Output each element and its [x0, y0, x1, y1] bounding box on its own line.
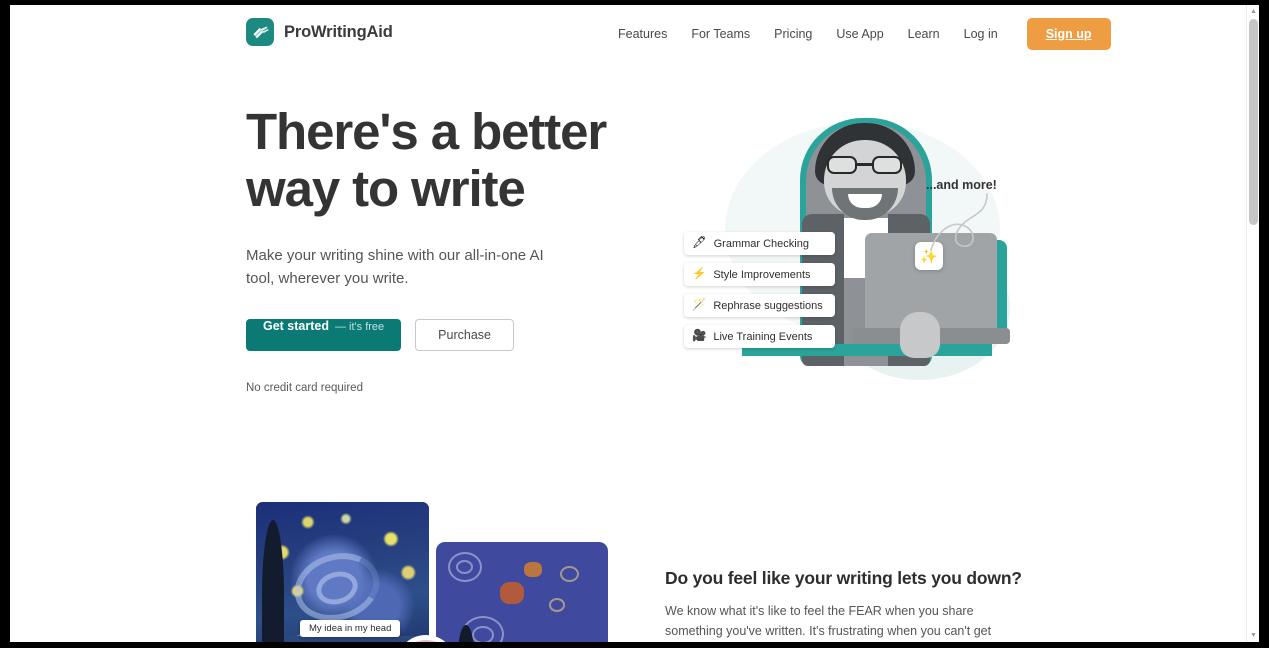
brand-name: ProWritingAid: [284, 22, 393, 41]
quill-pen-icon: 🖋: [692, 236, 707, 249]
movie-camera-icon: 🎥: [692, 329, 707, 342]
nav-item-log-in[interactable]: Log in: [952, 27, 1010, 41]
lightning-bolt-icon: ⚡: [692, 267, 707, 280]
section-body-text: We know what it's like to feel the FEAR …: [665, 604, 992, 638]
hero-illustration: 🖋 Grammar Checking ⚡ Style Improvements …: [670, 100, 1070, 400]
sign-up-button[interactable]: Sign up: [1026, 17, 1111, 50]
feature-chip-live-training-events[interactable]: 🎥 Live Training Events: [684, 325, 835, 348]
writing-comparison-illustration: My idea in my head: [256, 502, 608, 642]
site-header: ProWritingAid Features For Teams Pricing…: [10, 5, 1246, 62]
feature-chip-label: Grammar Checking: [713, 237, 809, 250]
get-started-suffix: — it's free: [335, 321, 385, 333]
nav-item-use-app[interactable]: Use App: [824, 27, 895, 41]
curly-arrow-icon: [930, 193, 988, 251]
scroll-down-arrow-icon[interactable]: ▼: [1247, 629, 1259, 642]
section-heading: Do you feel like your writing lets you d…: [665, 568, 1022, 588]
feature-chip-grammar-checking[interactable]: 🖋 Grammar Checking: [684, 232, 835, 255]
scroll-up-arrow-icon[interactable]: ▲: [1247, 5, 1259, 18]
get-started-button[interactable]: Get started — it's free: [246, 319, 402, 351]
brand-logo-link[interactable]: ProWritingAid: [246, 18, 393, 46]
idea-caption-label: My idea in my head: [300, 620, 401, 637]
feature-chip-rephrase-suggestions[interactable]: 🪄 Rephrase suggestions: [684, 294, 835, 317]
hero-cta-row: Get started — it's free Purchase: [246, 319, 666, 351]
feature-chip-list: 🖋 Grammar Checking ⚡ Style Improvements …: [684, 232, 835, 348]
feature-chip-style-improvements[interactable]: ⚡ Style Improvements: [684, 263, 835, 286]
nav-item-learn[interactable]: Learn: [896, 27, 952, 41]
magic-wand-icon: 🪄: [692, 298, 707, 311]
person-glasses-icon: [824, 156, 906, 174]
person-hand: [900, 312, 940, 358]
no-credit-card-note: No credit card required: [246, 382, 363, 394]
feature-chip-label: Live Training Events: [713, 330, 813, 343]
main-navigation: Features For Teams Pricing Use App Learn…: [606, 5, 1111, 62]
get-started-label: Get started: [263, 319, 329, 333]
nav-item-features[interactable]: Features: [606, 27, 679, 41]
flat-blue-panel-image: [436, 542, 608, 642]
and-more-annotation: ...and more!: [926, 178, 997, 192]
page-content: ProWritingAid Features For Teams Pricing…: [10, 5, 1259, 642]
scrollbar-thumb[interactable]: [1249, 19, 1258, 225]
browser-viewport: ProWritingAid Features For Teams Pricing…: [10, 5, 1259, 642]
hero-copy-block: There's a better way to write Make your …: [246, 103, 666, 394]
prowritingaid-logo-icon: [246, 18, 274, 46]
purchase-button[interactable]: Purchase: [415, 319, 514, 351]
lower-copy-block: Do you feel like your writing lets you d…: [665, 568, 1022, 642]
nav-item-for-teams[interactable]: For Teams: [679, 27, 762, 41]
feature-chip-label: Style Improvements: [713, 268, 811, 281]
nav-item-pricing[interactable]: Pricing: [762, 27, 824, 41]
vertical-scrollbar[interactable]: ▲ ▼: [1246, 5, 1259, 642]
page-title: There's a better way to write: [246, 103, 607, 217]
feature-chip-label: Rephrase suggestions: [713, 299, 823, 312]
hero-subtitle: Make your writing shine with our all-in-…: [246, 247, 544, 287]
